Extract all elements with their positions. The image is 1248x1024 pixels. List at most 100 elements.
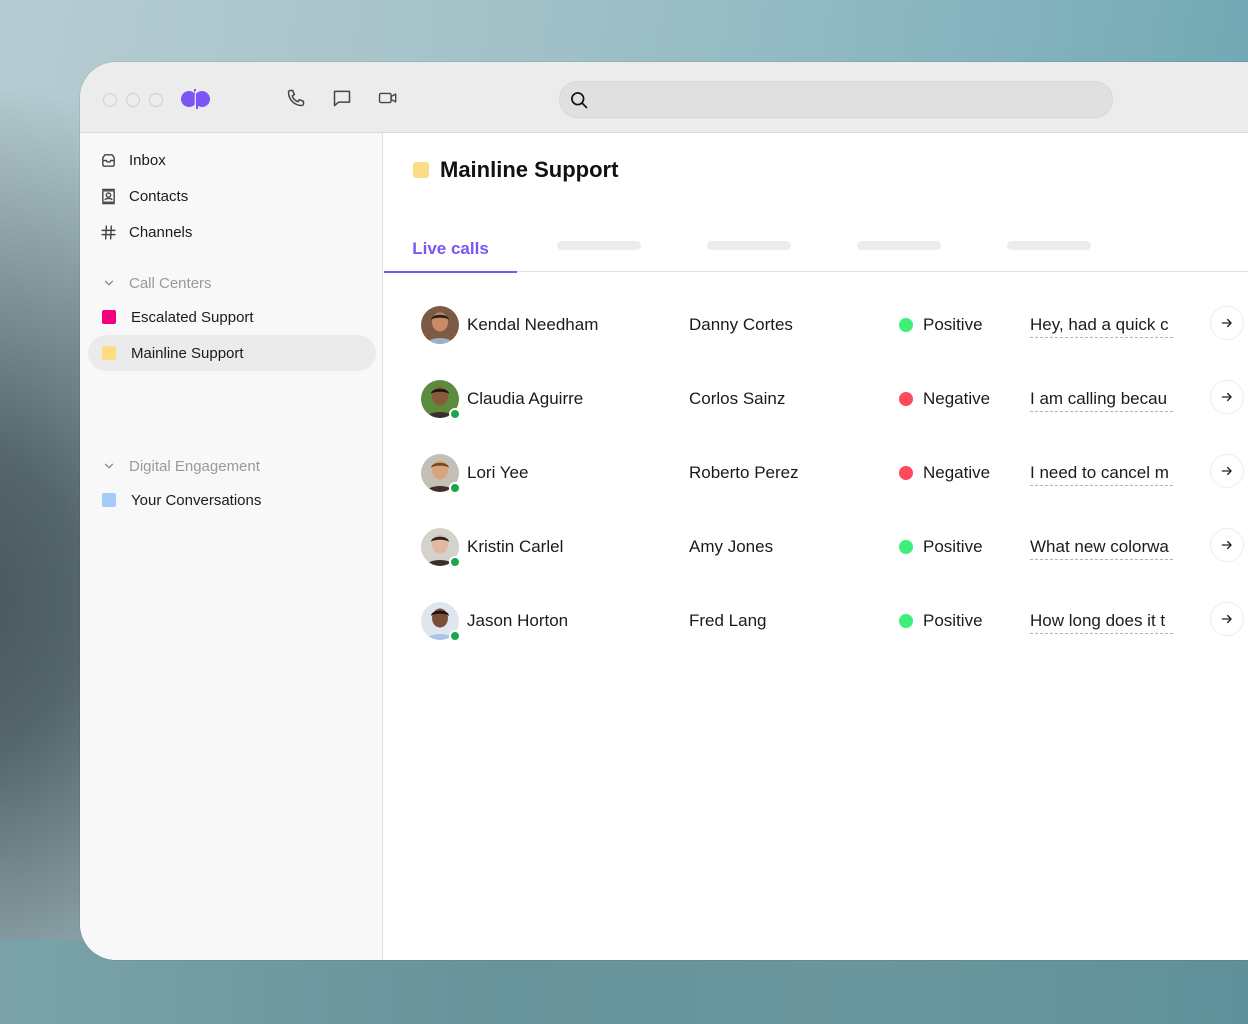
open-call-button[interactable]	[1210, 380, 1244, 414]
online-status-dot	[449, 630, 461, 642]
avatar	[421, 602, 461, 642]
color-swatch	[102, 493, 116, 507]
open-call-button[interactable]	[1210, 454, 1244, 488]
call-row[interactable]: Kendal Needham Danny Cortes Positive Hey, h…	[384, 306, 1248, 380]
arrow-right-icon	[1221, 392, 1232, 402]
sentiment-label: Positive	[923, 537, 983, 556]
chat-icon[interactable]	[332, 88, 352, 108]
sentiment-dot	[899, 318, 913, 332]
call-row[interactable]: Lori Yee Roberto Perez Negative I need to c…	[384, 454, 1248, 528]
call-row[interactable]: Jason Horton Fred Lang Positive How long do…	[384, 602, 1248, 676]
sidebar-item-label: Channels	[129, 223, 193, 241]
arrow-right-icon	[1221, 466, 1232, 476]
section-label: Digital Engagement	[129, 457, 260, 475]
sentiment-dot	[899, 540, 913, 554]
transcript-snippet[interactable]: What new colorwa	[1030, 537, 1173, 560]
sidebar-item-contacts[interactable]: Contacts	[88, 178, 376, 214]
arrow-right-icon	[1221, 540, 1232, 550]
avatar	[421, 528, 461, 568]
sentiment: Positive	[899, 611, 983, 631]
color-swatch	[102, 310, 116, 324]
online-status-dot	[449, 556, 461, 568]
avatar	[421, 380, 461, 420]
arrow-right-icon	[1221, 318, 1232, 328]
sidebar-item-escalated-support[interactable]: Escalated Support	[88, 299, 376, 335]
close-window-button[interactable]	[103, 93, 117, 107]
main-panel: Mainline Support Live calls Kendal Needh…	[384, 133, 1248, 960]
sidebar: Inbox Contacts Channels Call Centers Esc…	[80, 133, 383, 960]
tab-placeholder[interactable]	[557, 241, 641, 250]
page-title-text: Mainline Support	[440, 157, 619, 182]
color-swatch	[413, 162, 429, 178]
online-status-dot	[449, 408, 461, 420]
caller-name: Roberto Perez	[689, 463, 799, 482]
sentiment-label: Negative	[923, 389, 991, 408]
caller-name: Fred Lang	[689, 611, 767, 630]
titlebar-actions	[286, 88, 398, 108]
tab-label: Live calls	[412, 238, 489, 258]
agent-name: Kristin Carlel	[467, 537, 564, 556]
search-input[interactable]	[600, 82, 1096, 117]
caller-name: Amy Jones	[689, 537, 774, 556]
maximize-window-button[interactable]	[149, 93, 163, 107]
video-icon[interactable]	[378, 88, 398, 108]
caller-name: Corlos Sainz	[689, 389, 786, 408]
chevron-down-icon	[100, 458, 117, 475]
tab-placeholder[interactable]	[857, 241, 941, 250]
tab-live-calls[interactable]: Live calls	[384, 225, 517, 273]
transcript-snippet[interactable]: I am calling becau	[1030, 389, 1173, 412]
tab-placeholder[interactable]	[1007, 241, 1091, 250]
sentiment: Positive	[899, 315, 983, 335]
sidebar-item-your-conversations[interactable]: Your Conversations	[88, 482, 376, 518]
agent-name: Lori Yee	[467, 463, 529, 482]
sidebar-item-label: Escalated Support	[131, 308, 254, 326]
app-window: Inbox Contacts Channels Call Centers Esc…	[80, 62, 1248, 960]
open-call-button[interactable]	[1210, 602, 1244, 636]
transcript-snippet[interactable]: How long does it t	[1030, 611, 1173, 634]
call-row[interactable]: Kristin Carlel Amy Jones Positive What new …	[384, 528, 1248, 602]
section-label: Call Centers	[129, 274, 212, 292]
sentiment-label: Positive	[923, 611, 983, 630]
call-row[interactable]: Claudia Aguirre Corlos Sainz Negative I am …	[384, 380, 1248, 454]
inbox-icon	[100, 152, 117, 169]
section-digital-engagement[interactable]: Digital Engagement	[88, 448, 376, 484]
minimize-window-button[interactable]	[126, 93, 140, 107]
sidebar-item-label: Mainline Support	[131, 344, 244, 362]
window-controls	[103, 93, 163, 107]
sidebar-item-mainline-support[interactable]: Mainline Support	[88, 335, 376, 371]
agent-name: Kendal Needham	[467, 315, 599, 334]
sidebar-item-label: Contacts	[129, 187, 189, 205]
contacts-icon	[100, 188, 117, 205]
titlebar	[80, 62, 1248, 133]
agent-name: Jason Horton	[467, 611, 569, 630]
sidebar-item-label: Your Conversations	[131, 491, 262, 509]
hash-icon	[100, 224, 117, 241]
avatar	[421, 306, 459, 344]
dialpad-logo-icon[interactable]	[180, 88, 212, 110]
sentiment-dot	[899, 466, 913, 480]
page-title: Mainline Support	[413, 157, 618, 183]
agent-name: Claudia Aguirre	[467, 389, 584, 408]
chevron-down-icon	[100, 275, 117, 292]
open-call-button[interactable]	[1210, 306, 1244, 340]
sidebar-item-channels[interactable]: Channels	[88, 214, 376, 250]
phone-icon[interactable]	[286, 88, 306, 108]
tab-placeholder[interactable]	[707, 241, 791, 250]
sentiment-dot	[899, 614, 913, 628]
transcript-snippet[interactable]: Hey, had a quick c	[1030, 315, 1173, 338]
sentiment: Negative	[899, 389, 990, 409]
sentiment-dot	[899, 392, 913, 406]
sentiment: Negative	[899, 463, 990, 483]
search-icon	[571, 92, 588, 109]
color-swatch	[102, 346, 116, 360]
section-call-centers[interactable]: Call Centers	[88, 265, 376, 301]
open-call-button[interactable]	[1210, 528, 1244, 562]
transcript-snippet[interactable]: I need to cancel m	[1030, 463, 1173, 486]
sentiment-label: Positive	[923, 315, 983, 334]
sentiment: Positive	[899, 537, 983, 557]
sentiment-label: Negative	[923, 463, 991, 482]
sidebar-item-inbox[interactable]: Inbox	[88, 142, 376, 178]
arrow-right-icon	[1221, 614, 1232, 624]
sidebar-item-label: Inbox	[129, 151, 166, 169]
agent-photo	[421, 306, 459, 344]
